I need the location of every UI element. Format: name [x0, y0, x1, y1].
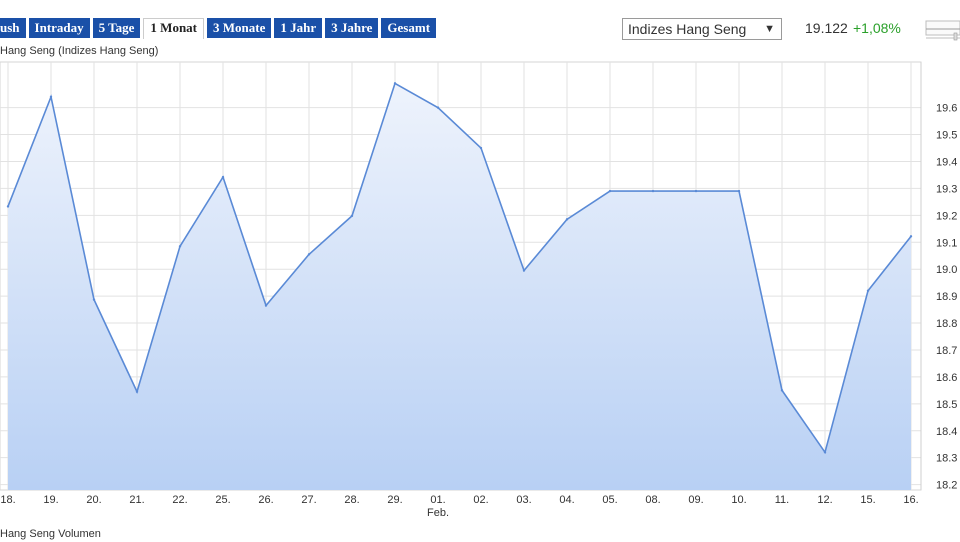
y-tick-label: 18.7 — [936, 345, 957, 357]
x-tick-label: 02. — [473, 494, 488, 506]
data-point — [565, 218, 569, 221]
x-tick-label: 28. — [344, 494, 359, 506]
x-tick-label: 08. — [645, 494, 660, 506]
x-month-label: Feb. — [427, 507, 449, 519]
y-tick-label: 19.4 — [936, 156, 957, 168]
data-point — [307, 253, 311, 256]
y-tick-label: 19.5 — [936, 130, 957, 142]
x-tick-label: 15. — [860, 494, 875, 506]
x-tick-label: 22. — [172, 494, 187, 506]
x-tick-label: 21. — [129, 494, 144, 506]
y-tick-label: 19.6 — [936, 103, 957, 115]
x-tick-label: 19. — [43, 494, 58, 506]
x-tick-label: 18. — [0, 494, 15, 506]
x-tick-label: 27. — [301, 494, 316, 506]
data-point — [436, 106, 440, 109]
x-tick-label: 16. — [903, 494, 918, 506]
data-point — [694, 189, 698, 193]
x-tick-label: 20. — [86, 494, 101, 506]
y-tick-label: 18.3 — [936, 453, 957, 465]
data-point — [737, 189, 741, 193]
x-tick-label: 09. — [688, 494, 703, 506]
y-tick-label: 18.4 — [936, 426, 957, 438]
volume-label: Hang Seng Volumen — [0, 528, 101, 540]
data-point — [866, 289, 870, 292]
data-point — [221, 175, 225, 179]
x-tick-label: 05. — [602, 494, 617, 506]
y-tick-label: 18.8 — [936, 318, 957, 330]
y-tick-label: 19.3 — [936, 183, 957, 195]
data-point — [651, 189, 655, 193]
data-point — [909, 235, 913, 238]
x-tick-label: 29. — [387, 494, 402, 506]
price-chart: 18.218.318.418.518.618.718.818.919.019.1… — [0, 61, 957, 519]
x-tick-label: 01. — [430, 494, 445, 506]
x-tick-label: 25. — [215, 494, 230, 506]
data-point — [823, 451, 827, 454]
y-tick-label: 18.5 — [936, 399, 957, 411]
data-point — [6, 205, 10, 208]
data-point — [178, 245, 182, 248]
x-tick-label: 12. — [817, 494, 832, 506]
x-tick-label: 03. — [516, 494, 531, 506]
data-point — [780, 389, 784, 392]
y-tick-label: 18.2 — [936, 480, 957, 492]
y-tick-label: 19.2 — [936, 210, 957, 222]
x-tick-label: 04. — [559, 494, 574, 506]
x-tick-label: 10. — [731, 494, 746, 506]
data-point — [264, 304, 268, 307]
x-tick-label: 11. — [775, 494, 789, 506]
data-point — [608, 189, 612, 193]
data-point — [49, 95, 53, 99]
y-tick-label: 19.1 — [936, 237, 957, 249]
data-point — [522, 269, 526, 272]
data-point — [479, 146, 483, 150]
data-point — [393, 82, 397, 85]
x-tick-label: 26. — [258, 494, 273, 506]
y-tick-label: 18.6 — [936, 372, 957, 384]
data-point — [135, 390, 139, 393]
y-tick-label: 19.0 — [936, 264, 957, 276]
data-point — [92, 298, 96, 301]
y-tick-label: 18.9 — [936, 291, 957, 303]
data-point — [350, 214, 354, 218]
